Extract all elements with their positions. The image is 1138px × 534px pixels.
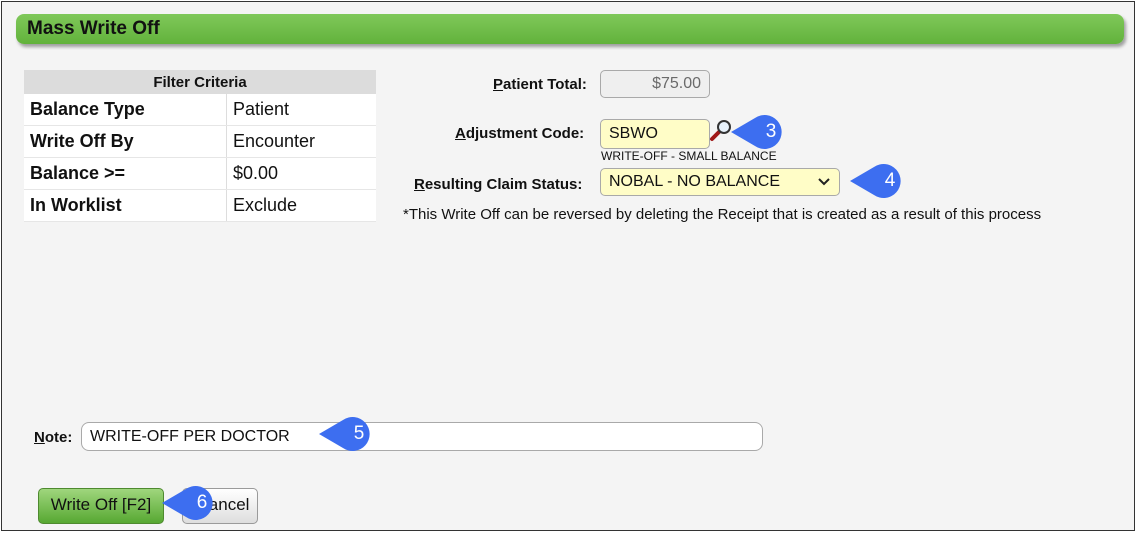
mass-write-off-dialog: Mass Write Off Filter Criteria Balance T…: [1, 1, 1135, 531]
write-off-button[interactable]: Write Off [F2]: [38, 488, 164, 524]
adjustment-code-description: WRITE-OFF - SMALL BALANCE: [601, 149, 777, 163]
filter-key: In Worklist: [24, 189, 227, 222]
title-bar: Mass Write Off: [16, 14, 1124, 44]
magnifier-icon[interactable]: [709, 118, 733, 142]
table-row: Write Off By Encounter: [24, 125, 376, 158]
table-row: In Worklist Exclude: [24, 189, 376, 222]
resulting-claim-status-label-text: esulting Claim Status:: [424, 176, 583, 193]
filter-criteria-table: Filter Criteria Balance Type Patient Wri…: [24, 70, 376, 222]
filter-value: Patient: [226, 94, 376, 126]
resulting-claim-status-label-hotkey: R: [414, 176, 425, 193]
callout-marker: 3: [731, 115, 793, 149]
adjustment-code-input[interactable]: SBWO: [600, 119, 710, 149]
callout-marker: 6: [162, 486, 224, 520]
callout-marker: 4: [850, 164, 912, 198]
callout-marker: 5: [319, 417, 381, 451]
note-label: Note:: [34, 429, 72, 446]
note-label-hotkey: N: [34, 429, 45, 446]
callout-number: 6: [196, 492, 208, 513]
resulting-claim-status-select[interactable]: NOBAL - NO BALANCE: [600, 168, 840, 196]
patient-total-label-hotkey: P: [493, 76, 504, 93]
filter-value: Exclude: [226, 189, 376, 222]
note-label-text: ote:: [44, 429, 73, 446]
chevron-down-icon: [817, 169, 831, 203]
resulting-claim-status-value: NOBAL - NO BALANCE: [609, 173, 781, 190]
filter-value: Encounter: [226, 125, 376, 158]
patient-total-label-text: atient Total:: [503, 76, 587, 93]
table-row: Balance >= $0.00: [24, 157, 376, 190]
filter-key: Balance Type: [24, 94, 227, 126]
filter-key: Balance >=: [24, 157, 227, 190]
callout-number: 4: [884, 170, 896, 191]
resulting-claim-status-label: Resulting Claim Status:: [414, 176, 582, 193]
adjustment-code-label-hotkey: A: [455, 125, 466, 142]
filter-criteria-header: Filter Criteria: [24, 70, 376, 94]
filter-value: $0.00: [226, 157, 376, 190]
patient-total-field: $75.00: [600, 70, 710, 98]
note-input[interactable]: WRITE-OFF PER DOCTOR: [81, 422, 763, 451]
callout-number: 3: [765, 121, 777, 142]
callout-number: 5: [353, 423, 365, 444]
page-title: Mass Write Off: [27, 18, 160, 39]
adjustment-code-label: Adjustment Code:: [455, 125, 584, 142]
adjustment-code-label-text: djustment Code:: [465, 125, 585, 142]
table-row: Balance Type Patient: [24, 94, 376, 126]
reversal-notice: *This Write Off can be reversed by delet…: [403, 206, 1042, 223]
patient-total-label: Patient Total:: [493, 76, 587, 93]
filter-key: Write Off By: [24, 125, 227, 158]
